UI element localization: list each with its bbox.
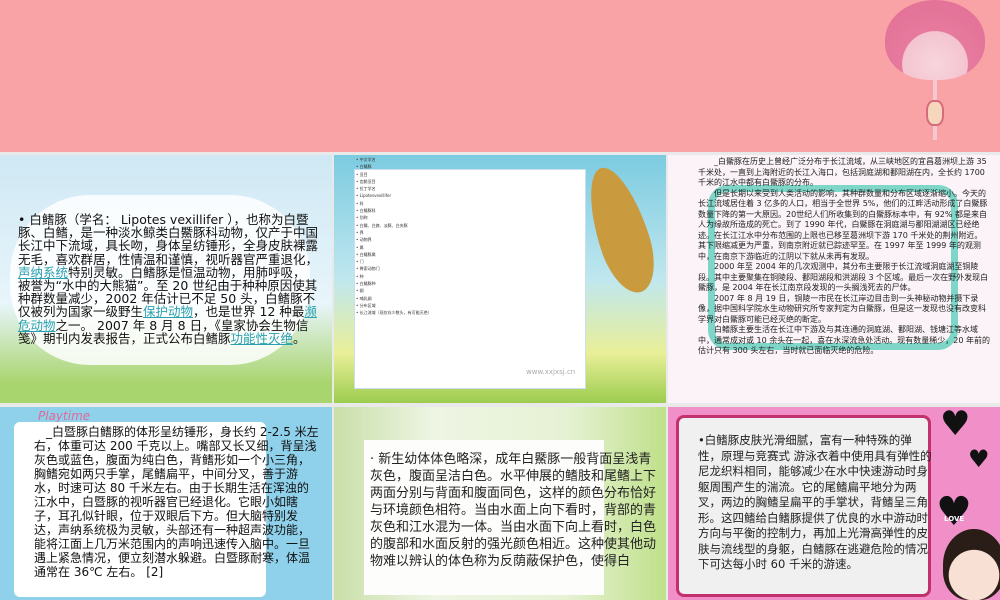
paragraph: 2000 年至 2004 年的几次观测中，其分布主要限于长江流域洞庭湖至铜陵段。…	[698, 262, 989, 292]
paragraph: _白鱀豚在历史上曾经广泛分布于长江流域，从三峡地区的宜昌葛洲坝上游 35 千米处…	[698, 157, 987, 187]
taxonomy-item: 白鳍豚属	[356, 251, 432, 258]
doll-illustration	[926, 100, 944, 126]
taxonomy-item: 哺乳纲	[356, 295, 432, 302]
slide-thumbnail-4[interactable]: Playtime _白暨豚白鳍豚的体形呈纺锤形，身长约 2-2.5 米左右，体重…	[0, 407, 332, 600]
heart-icon: ♥	[968, 445, 990, 473]
text: 白鳍豚（学名： Lipotes vexillifer ），也称为白暨豚、白鳍，是…	[18, 212, 319, 267]
slide-text: •白鳍豚皮肤光滑细腻，富有一种特殊的弹性，原理与竞赛式 游泳衣着中使用具有弹性的…	[698, 433, 932, 571]
taxonomy-item: 中文学名	[356, 156, 432, 163]
taxonomy-item: 动物界	[356, 236, 432, 243]
slide-thumbnail-2[interactable]: 中文学名白鳍豚亚目齿鲸亚目拉丁学名Lipotesvexillifer科白鳍豚科别…	[334, 155, 666, 403]
taxonomy-item: 亚目	[356, 171, 432, 178]
taxonomy-item: 门	[356, 258, 432, 265]
taxonomy-item: 界	[356, 229, 432, 236]
slide-thumbnail-6[interactable]: •白鳍豚皮肤光滑细腻，富有一种特殊的弹性，原理与竞赛式 游泳衣着中使用具有弹性的…	[668, 407, 1000, 600]
paragraph: 但是长期以来受到人类活动的影响，其种群数量和分布区域逐渐缩小。今天的长江流域居住…	[698, 188, 988, 261]
taxonomy-item: 脊索动物门	[356, 265, 432, 272]
heart-icon: ♥	[940, 407, 971, 444]
taxonomy-item: 别称	[356, 214, 432, 221]
taxonomy-item: 白鳍、白旗、淡豚、白夹豚	[356, 222, 432, 229]
slide-thumbnail-1[interactable]: • 白鳍豚（学名： Lipotes vexillifer ），也称为白暨豚、白鳍…	[0, 155, 332, 403]
slide-text: · 新生幼体体色略深，成年白鱀豚一般背面呈浅青灰色，腹面呈洁白色。水平伸展的鳍肢…	[370, 452, 657, 569]
taxonomy-item: 拉丁学名	[356, 185, 432, 192]
watermark: www.xxjxsj.cn	[526, 368, 576, 376]
taxonomy-item: 种	[356, 273, 432, 280]
slide-text: _白暨豚白鳍豚的体形呈纺锤形，身长约 2-2.5 米左右，体重可达 200 千克…	[34, 425, 319, 579]
taxonomy-item: 分布区域	[356, 302, 432, 309]
slide-thumbnail-3[interactable]: _白鱀豚在历史上曾经广泛分布于长江流域，从三峡地区的宜昌葛洲坝上游 35 千米处…	[668, 155, 1000, 403]
leaf-fairy-illustration	[577, 160, 665, 300]
heart-icon: ♥	[936, 489, 972, 535]
link-extinction[interactable]: 功能性灭绝	[231, 331, 294, 346]
slide-text: _白鱀豚在历史上曾经广泛分布于长江流域，从三峡地区的宜昌葛洲坝上游 35 千米处…	[698, 157, 990, 357]
taxonomy-item: 长江流域（现仅存少数头，有可能灭绝）	[356, 309, 432, 316]
taxonomy-item: 属	[356, 244, 432, 251]
taxonomy-item: 白鳍豚种	[356, 280, 432, 287]
playtime-logo: Playtime	[38, 409, 91, 423]
taxonomy-item: 纲	[356, 287, 432, 294]
slide-thumbnail-5[interactable]: · 新生幼体体色略深，成年白鱀豚一般背面呈浅青灰色，腹面呈洁白色。水平伸展的鳍肢…	[334, 407, 666, 600]
taxonomy-item: 科	[356, 200, 432, 207]
text: 。	[293, 330, 306, 346]
taxonomy-item: Lipotesvexillifer	[356, 192, 432, 199]
slide-text: • 白鳍豚（学名： Lipotes vexillifer ），也称为白暨豚、白鳍…	[18, 213, 318, 345]
taxonomy-item: 白鳍豚	[356, 163, 432, 170]
taxonomy-item: 白鳍豚科	[356, 207, 432, 214]
paragraph: 白鳍豚主要生活在长江中下游及与其连通的洞庭湖、鄱阳湖、钱塘江等水域中，通常成对或…	[698, 325, 990, 355]
header-banner	[0, 0, 1000, 152]
taxonomy-list: 中文学名白鳍豚亚目齿鲸亚目拉丁学名Lipotesvexillifer科白鳍豚科别…	[356, 156, 432, 317]
balloon-illustration	[885, 0, 985, 80]
doll-girl-illustration	[943, 529, 1000, 600]
love-badge: LOVE	[944, 515, 965, 523]
taxonomy-item: 齿鲸亚目	[356, 178, 432, 185]
paragraph: 2007 年 8 月 19 日，铜陵一市民在长江岸边目击到一头神秘动物并摄下录像…	[698, 293, 986, 324]
